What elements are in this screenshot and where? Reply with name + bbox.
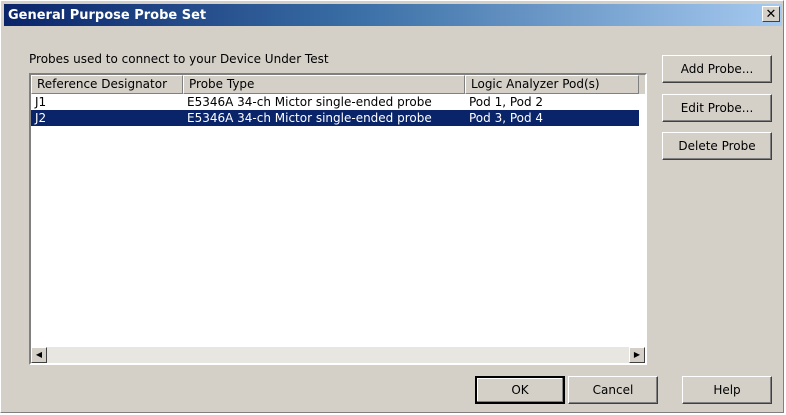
column-header-reference-designator[interactable]: Reference Designator [31, 75, 183, 94]
delete-probe-button[interactable]: Delete Probe [662, 132, 772, 160]
help-button[interactable]: Help [682, 376, 772, 404]
scroll-left-button[interactable]: ◀ [31, 347, 47, 363]
column-header-probe-type[interactable]: Probe Type [183, 75, 465, 94]
probes-group-label: Probes used to connect to your Device Un… [29, 52, 329, 66]
column-header-pods[interactable]: Logic Analyzer Pod(s) [465, 75, 639, 94]
window-title: General Purpose Probe Set [8, 7, 207, 23]
cell-pods: Pod 3, Pod 4 [469, 111, 544, 125]
edit-probe-button[interactable]: Edit Probe... [662, 94, 772, 122]
cell-probe-type: E5346A 34-ch Mictor single-ended probe [187, 95, 432, 109]
horizontal-scrollbar[interactable]: ◀ ▶ [31, 347, 645, 363]
table-row[interactable]: J1 E5346A 34-ch Mictor single-ended prob… [31, 94, 639, 110]
arrow-right-icon: ▶ [633, 350, 641, 359]
cell-pods: Pod 1, Pod 2 [469, 95, 544, 109]
scroll-track[interactable] [47, 347, 629, 363]
cell-reference: J2 [35, 111, 47, 125]
close-icon: ✕ [765, 6, 777, 22]
arrow-left-icon: ◀ [35, 350, 43, 359]
ok-button[interactable]: OK [475, 376, 565, 404]
probe-set-dialog: General Purpose Probe Set ✕ Probes used … [0, 0, 784, 413]
cell-probe-type: E5346A 34-ch Mictor single-ended probe [187, 111, 432, 125]
title-bar[interactable]: General Purpose Probe Set ✕ [4, 4, 782, 26]
scroll-right-button[interactable]: ▶ [629, 347, 645, 363]
add-probe-button[interactable]: Add Probe... [662, 55, 772, 83]
probes-list[interactable]: Reference Designator Probe Type Logic An… [29, 73, 647, 365]
close-button[interactable]: ✕ [762, 6, 780, 22]
table-row[interactable]: J2 E5346A 34-ch Mictor single-ended prob… [31, 110, 639, 126]
list-header: Reference Designator Probe Type Logic An… [31, 75, 645, 94]
cell-reference: J1 [35, 95, 47, 109]
cancel-button[interactable]: Cancel [568, 376, 658, 404]
